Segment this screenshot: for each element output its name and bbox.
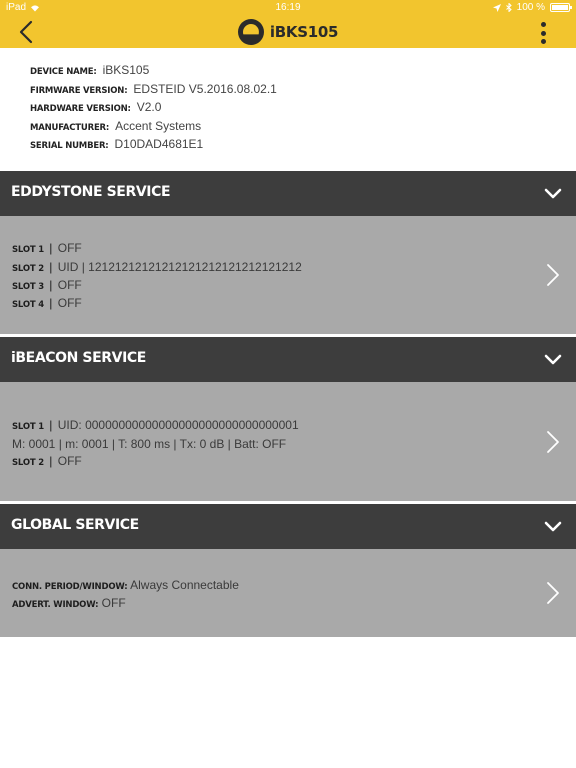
slot-value: OFF [57,241,82,255]
info-label: SERIAL NUMBER: [30,141,109,151]
hardware-version-row: HARDWARE VERSION: V2.0 [30,100,277,119]
setting-value: Always Connectable [130,578,239,592]
ibeacon-slot-2: SLOT 2 | OFF [12,454,82,468]
eddystone-service-header[interactable]: EDDYSTONE SERVICE [0,171,576,216]
slot-label: SLOT 4 [12,300,44,310]
chevron-down-icon[interactable] [544,185,562,203]
chevron-right-icon[interactable] [546,263,560,287]
ibeacon-service-header[interactable]: iBEACON SERVICE [0,337,576,382]
slot-details: M: 0001 | m: 0001 | T: 800 ms | Tx: 0 dB… [12,437,287,451]
slot-value: OFF [57,296,82,310]
nav-title: iBKS105 [0,18,576,46]
slot-label: SLOT 2 [12,458,44,468]
section-title: iBEACON SERVICE [11,350,146,366]
ibeacon-service-body[interactable]: SLOT 1 | UID: 00000000000000000000000000… [0,382,576,501]
info-value: EDSTEID V5.2016.08.02.1 [133,81,277,96]
device-name-row: DEVICE NAME: iBKS105 [30,63,277,82]
eddystone-slot-2: SLOT 2 | UID | 1212121212121212121212121… [12,260,302,274]
slot-value: UID: 00000000000000000000000000000001 [57,418,299,432]
conn-period-row: CONN. PERIOD/WINDOW: Always Connectable [12,578,239,592]
dot [540,22,546,27]
eddystone-slot-1: SLOT 1 | OFF [12,241,82,255]
serial-number-row: SERIAL NUMBER: D10DAD4681E1 [30,137,277,156]
info-value: D10DAD4681E1 [114,137,204,151]
dot [540,39,546,44]
setting-value: OFF [101,596,126,610]
chevron-right-icon[interactable] [546,581,560,605]
global-service-header[interactable]: GLOBAL SERVICE [0,504,576,549]
section-title: GLOBAL SERVICE [11,517,139,533]
info-value: Accent Systems [115,118,202,133]
slot-value: OFF [57,278,82,292]
top-bar: iPad 16:19 100 % iBKS105 [0,0,576,48]
chevron-down-icon[interactable] [544,351,562,369]
global-service-body[interactable]: CONN. PERIOD/WINDOW: Always Connectable … [0,549,576,637]
kebab-menu-icon[interactable] [540,22,546,44]
eddystone-service-body[interactable]: SLOT 1 | OFF SLOT 2 | UID | 121212121212… [0,216,576,334]
ibeacon-slot-1: SLOT 1 | UID: 00000000000000000000000000… [12,418,299,432]
battery-icon [550,3,572,12]
advert-window-row: ADVERT. WINDOW: OFF [12,596,126,610]
info-value: V2.0 [136,100,162,114]
logo-icon [237,19,264,45]
device-info: DEVICE NAME: iBKS105 FIRMWARE VERSION: E… [30,63,277,156]
setting-label: CONN. PERIOD/WINDOW: [12,582,128,592]
slot-value: UID | 12121212121212121212121212121212 [57,260,302,274]
chevron-down-icon[interactable] [544,518,562,536]
eddystone-slot-3: SLOT 3 | OFF [12,278,82,292]
location-icon [492,3,501,12]
eddystone-slot-4: SLOT 4 | OFF [12,296,82,310]
setting-label: ADVERT. WINDOW: [12,600,99,610]
slot-label: SLOT 2 [12,264,44,274]
battery-percent: 100 % [516,2,545,13]
firmware-version-row: FIRMWARE VERSION: EDSTEID V5.2016.08.02.… [30,82,277,101]
slot-value: OFF [57,454,82,468]
manufacturer-row: MANUFACTURER: Accent Systems [30,119,277,138]
page-title: iBKS105 [269,23,339,41]
status-time: 16:19 [275,2,301,13]
section-title: EDDYSTONE SERVICE [11,184,171,200]
dot [540,30,546,36]
ibeacon-slot-1-details: M: 0001 | m: 0001 | T: 800 ms | Tx: 0 dB… [12,437,286,451]
info-label: MANUFACTURER: [30,122,110,133]
status-bar: iPad 16:19 100 % [0,0,576,16]
info-value: iBKS105 [102,63,150,77]
slot-label: SLOT 1 [12,422,44,432]
info-label: HARDWARE VERSION: [30,104,131,114]
info-label: DEVICE NAME: [30,67,97,77]
slot-label: SLOT 3 [12,282,44,292]
chevron-right-icon[interactable] [546,430,560,454]
info-label: FIRMWARE VERSION: [30,85,128,96]
status-right: 100 % [492,2,572,13]
bluetooth-icon [505,3,512,12]
slot-label: SLOT 1 [12,245,44,255]
